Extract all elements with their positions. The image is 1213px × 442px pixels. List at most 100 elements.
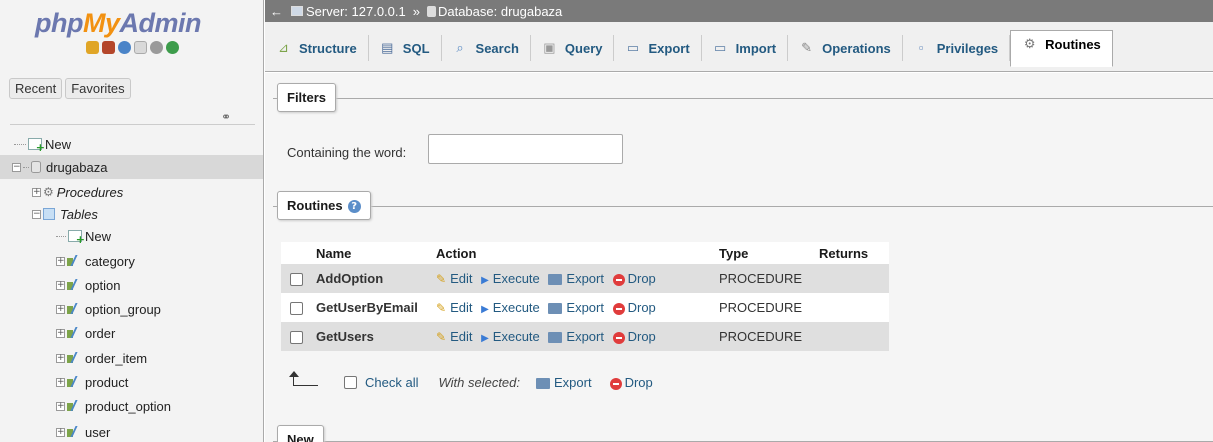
tab-query[interactable]: ▣ Query bbox=[531, 35, 615, 61]
export-link[interactable]: Export bbox=[548, 271, 604, 286]
docs-icon[interactable] bbox=[134, 41, 147, 54]
help-icon[interactable]: ? bbox=[347, 200, 361, 214]
tree-database-drugabaza[interactable]: − drugabaza bbox=[0, 155, 263, 179]
name-column-header[interactable]: Name bbox=[312, 242, 432, 264]
drop-link[interactable]: Drop bbox=[612, 271, 656, 286]
export-link[interactable]: Export bbox=[548, 329, 604, 344]
tree-new-table[interactable]: New bbox=[56, 224, 111, 248]
tab-sql[interactable]: ▤ SQL bbox=[369, 35, 442, 61]
bulk-export-label: Export bbox=[554, 375, 592, 390]
expand-toggle-icon[interactable]: + bbox=[56, 280, 65, 290]
query-icon: ▣ bbox=[543, 40, 556, 55]
row-checkbox[interactable] bbox=[290, 302, 303, 316]
routines-header-row: Name Action Type Returns bbox=[281, 242, 889, 264]
check-all-checkbox[interactable] bbox=[344, 376, 357, 389]
help-icon[interactable] bbox=[118, 41, 131, 54]
table-row: GetUserByEmail ✎ Edit ▶ Execute Export Dro… bbox=[281, 293, 889, 322]
expand-toggle-icon[interactable]: + bbox=[56, 401, 65, 411]
export-link[interactable]: Export bbox=[548, 300, 604, 315]
expand-toggle-icon[interactable]: + bbox=[56, 427, 65, 437]
drop-link[interactable]: Drop bbox=[612, 300, 656, 315]
expand-toggle-icon[interactable]: + bbox=[56, 256, 65, 266]
routine-actions: ✎ Edit ▶ Execute Export Drop bbox=[432, 264, 715, 293]
tree-table-order-item[interactable]: + order_item bbox=[56, 346, 147, 370]
tree-table-label: order bbox=[85, 325, 116, 341]
collapse-toggle-icon[interactable]: − bbox=[12, 162, 21, 172]
tab-routines[interactable]: ⚙ Routines bbox=[1010, 30, 1113, 67]
tree-tables[interactable]: − Tables bbox=[32, 202, 98, 226]
collapse-toggle-icon[interactable]: − bbox=[32, 209, 41, 219]
expand-toggle-icon[interactable]: + bbox=[56, 328, 65, 338]
recent-tab[interactable]: Recent bbox=[9, 78, 63, 99]
tree-table-option-group[interactable]: + option_group bbox=[56, 297, 161, 321]
execute-link[interactable]: ▶ Execute bbox=[481, 271, 540, 286]
breadcrumb-server[interactable]: Server: 127.0.0.1 bbox=[306, 4, 406, 19]
exit-icon[interactable] bbox=[102, 41, 115, 54]
drop-label: Drop bbox=[627, 329, 656, 344]
phpmyadmin-logo[interactable]: phpMyAdmin bbox=[35, 8, 201, 39]
tree-table-label: user bbox=[85, 424, 111, 440]
tab-structure[interactable]: ⊿ Structure bbox=[265, 35, 369, 61]
tree-table-user[interactable]: + user bbox=[56, 420, 110, 442]
returns-column-header[interactable]: Returns bbox=[815, 242, 889, 264]
routine-type: PROCEDURE bbox=[715, 293, 815, 322]
tree-table-category[interactable]: + category bbox=[56, 249, 135, 273]
routine-type: PROCEDURE bbox=[715, 264, 815, 293]
tab-import[interactable]: ▭ Import bbox=[702, 35, 789, 61]
tree-new-table-label: New bbox=[85, 228, 112, 244]
tree-table-order[interactable]: + order bbox=[56, 321, 115, 345]
execute-link[interactable]: ▶ Execute bbox=[481, 329, 540, 344]
navigation-panel: phpMyAdmin Recent Favorites ⚭ New − druga… bbox=[0, 0, 264, 442]
table-icon bbox=[67, 255, 81, 267]
row-checkbox[interactable] bbox=[290, 331, 303, 345]
tab-operations[interactable]: ✎ Operations bbox=[788, 35, 903, 61]
check-all-label[interactable]: Check all bbox=[365, 375, 418, 390]
execute-label: Execute bbox=[492, 300, 540, 315]
tree-new-database[interactable]: New bbox=[14, 132, 71, 156]
tree-table-label: product bbox=[85, 374, 129, 390]
bulk-drop-button[interactable]: Drop bbox=[609, 375, 653, 390]
tab-search[interactable]: ⌕ Search bbox=[442, 35, 531, 61]
nav-toolbar bbox=[86, 41, 179, 54]
execute-link[interactable]: ▶ Execute bbox=[481, 300, 540, 315]
drop-link[interactable]: Drop bbox=[612, 329, 656, 344]
edit-link[interactable]: ✎ Edit bbox=[436, 329, 472, 344]
export-label: Export bbox=[566, 271, 604, 286]
expand-toggle-icon[interactable]: + bbox=[56, 353, 65, 363]
structure-icon: ⊿ bbox=[278, 40, 289, 55]
expand-toggle-icon[interactable]: + bbox=[56, 377, 65, 387]
tree-table-option[interactable]: + option bbox=[56, 273, 120, 297]
link-icon[interactable]: ⚭ bbox=[221, 110, 231, 124]
tree-table-product[interactable]: + product bbox=[56, 370, 128, 394]
collapse-nav-icon[interactable]: ← bbox=[270, 4, 283, 19]
database-icon bbox=[426, 5, 436, 17]
filter-text-input[interactable] bbox=[428, 134, 623, 164]
edit-link[interactable]: ✎ Edit bbox=[436, 271, 472, 286]
tab-label: Structure bbox=[299, 40, 357, 56]
settings-icon[interactable] bbox=[150, 41, 163, 54]
type-column-header[interactable]: Type bbox=[715, 242, 815, 264]
with-selected-label: With selected: bbox=[438, 375, 520, 390]
tree-table-product-option[interactable]: + product_option bbox=[56, 394, 171, 418]
favorites-tab[interactable]: Favorites bbox=[65, 78, 131, 99]
export-icon bbox=[548, 274, 563, 286]
edit-link[interactable]: ✎ Edit bbox=[436, 300, 472, 315]
expand-toggle-icon[interactable]: + bbox=[32, 187, 41, 197]
pencil-icon: ✎ bbox=[436, 301, 447, 315]
arrow-up-left-icon bbox=[289, 370, 318, 386]
tree-procedures[interactable]: + ⚙ Procedures bbox=[32, 180, 123, 204]
bulk-export-button[interactable]: Export bbox=[536, 375, 592, 390]
drop-icon bbox=[609, 377, 622, 390]
tab-export[interactable]: ▭ Export bbox=[614, 35, 702, 61]
drop-icon bbox=[612, 331, 625, 344]
search-icon: ⌕ bbox=[456, 40, 464, 55]
tree-table-label: order_item bbox=[85, 350, 148, 366]
edit-label: Edit bbox=[450, 271, 473, 286]
home-icon[interactable] bbox=[86, 41, 99, 54]
tree-new-label: New bbox=[45, 136, 72, 152]
breadcrumb-database[interactable]: Database: drugabaza bbox=[438, 4, 562, 19]
tab-privileges[interactable]: ▫ Privileges bbox=[903, 35, 1011, 61]
reload-icon[interactable] bbox=[166, 41, 179, 54]
expand-toggle-icon[interactable]: + bbox=[56, 304, 65, 314]
row-checkbox[interactable] bbox=[290, 273, 303, 287]
